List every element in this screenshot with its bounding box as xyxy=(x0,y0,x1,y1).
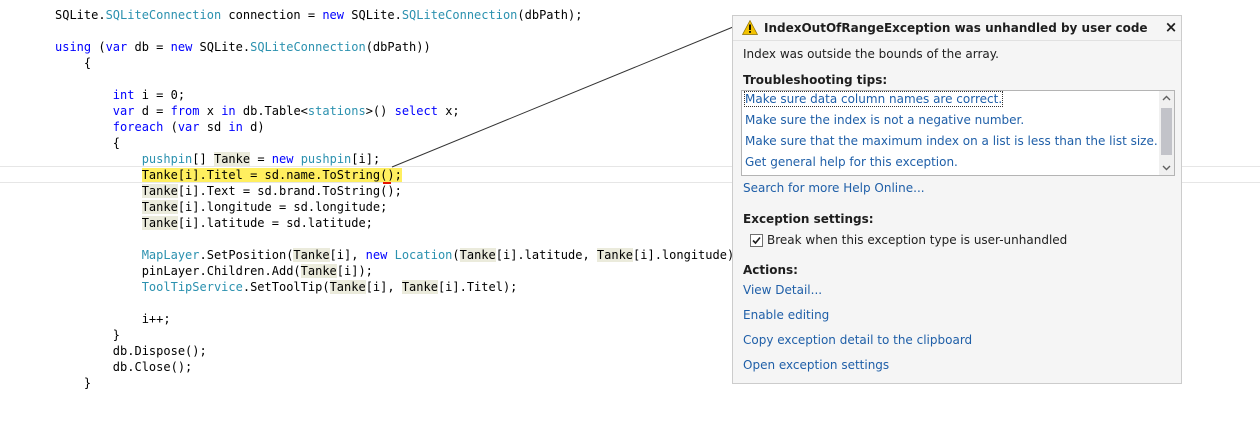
copy-exception-detail-link[interactable]: Copy exception detail to the clipboard xyxy=(743,333,972,347)
open-exception-settings-link[interactable]: Open exception settings xyxy=(743,358,889,372)
view-detail-link[interactable]: View Detail... xyxy=(743,283,822,297)
troubleshooting-label: Troubleshooting tips: xyxy=(743,73,888,87)
scroll-down-icon[interactable] xyxy=(1159,160,1174,175)
tip-link[interactable]: Make sure data column names are correct. xyxy=(743,91,1004,107)
search-help-online-link[interactable]: Search for more Help Online... xyxy=(743,181,925,195)
scroll-up-icon[interactable] xyxy=(1159,91,1174,106)
tips-scrollbar[interactable] xyxy=(1159,91,1174,175)
break-on-exception-checkbox[interactable] xyxy=(750,234,763,247)
warning-icon xyxy=(742,20,758,35)
tip-link[interactable]: Make sure the index is not a negative nu… xyxy=(745,113,1024,127)
tip-link[interactable]: Get general help for this exception. xyxy=(745,155,958,169)
troubleshooting-tips-list: Make sure data column names are correct.… xyxy=(741,90,1175,176)
scrollbar-thumb[interactable] xyxy=(1161,108,1172,155)
enable-editing-link[interactable]: Enable editing xyxy=(743,308,829,322)
exception-settings-label: Exception settings: xyxy=(743,212,874,226)
exception-message-bar: Index was outside the bounds of the arra… xyxy=(733,40,1181,66)
close-icon[interactable]: × xyxy=(1163,18,1179,36)
exception-message: Index was outside the bounds of the arra… xyxy=(743,47,999,61)
popup-header: IndexOutOfRangeException was unhandled b… xyxy=(733,16,1181,40)
exception-popup: IndexOutOfRangeException was unhandled b… xyxy=(732,15,1182,384)
actions-label: Actions: xyxy=(743,263,798,277)
tip-link[interactable]: Make sure that the maximum index on a li… xyxy=(745,134,1158,148)
checkbox-label: Break when this exception type is user-u… xyxy=(767,233,1068,247)
exception-title: IndexOutOfRangeException was unhandled b… xyxy=(764,21,1148,35)
checkmark-icon xyxy=(752,236,761,245)
